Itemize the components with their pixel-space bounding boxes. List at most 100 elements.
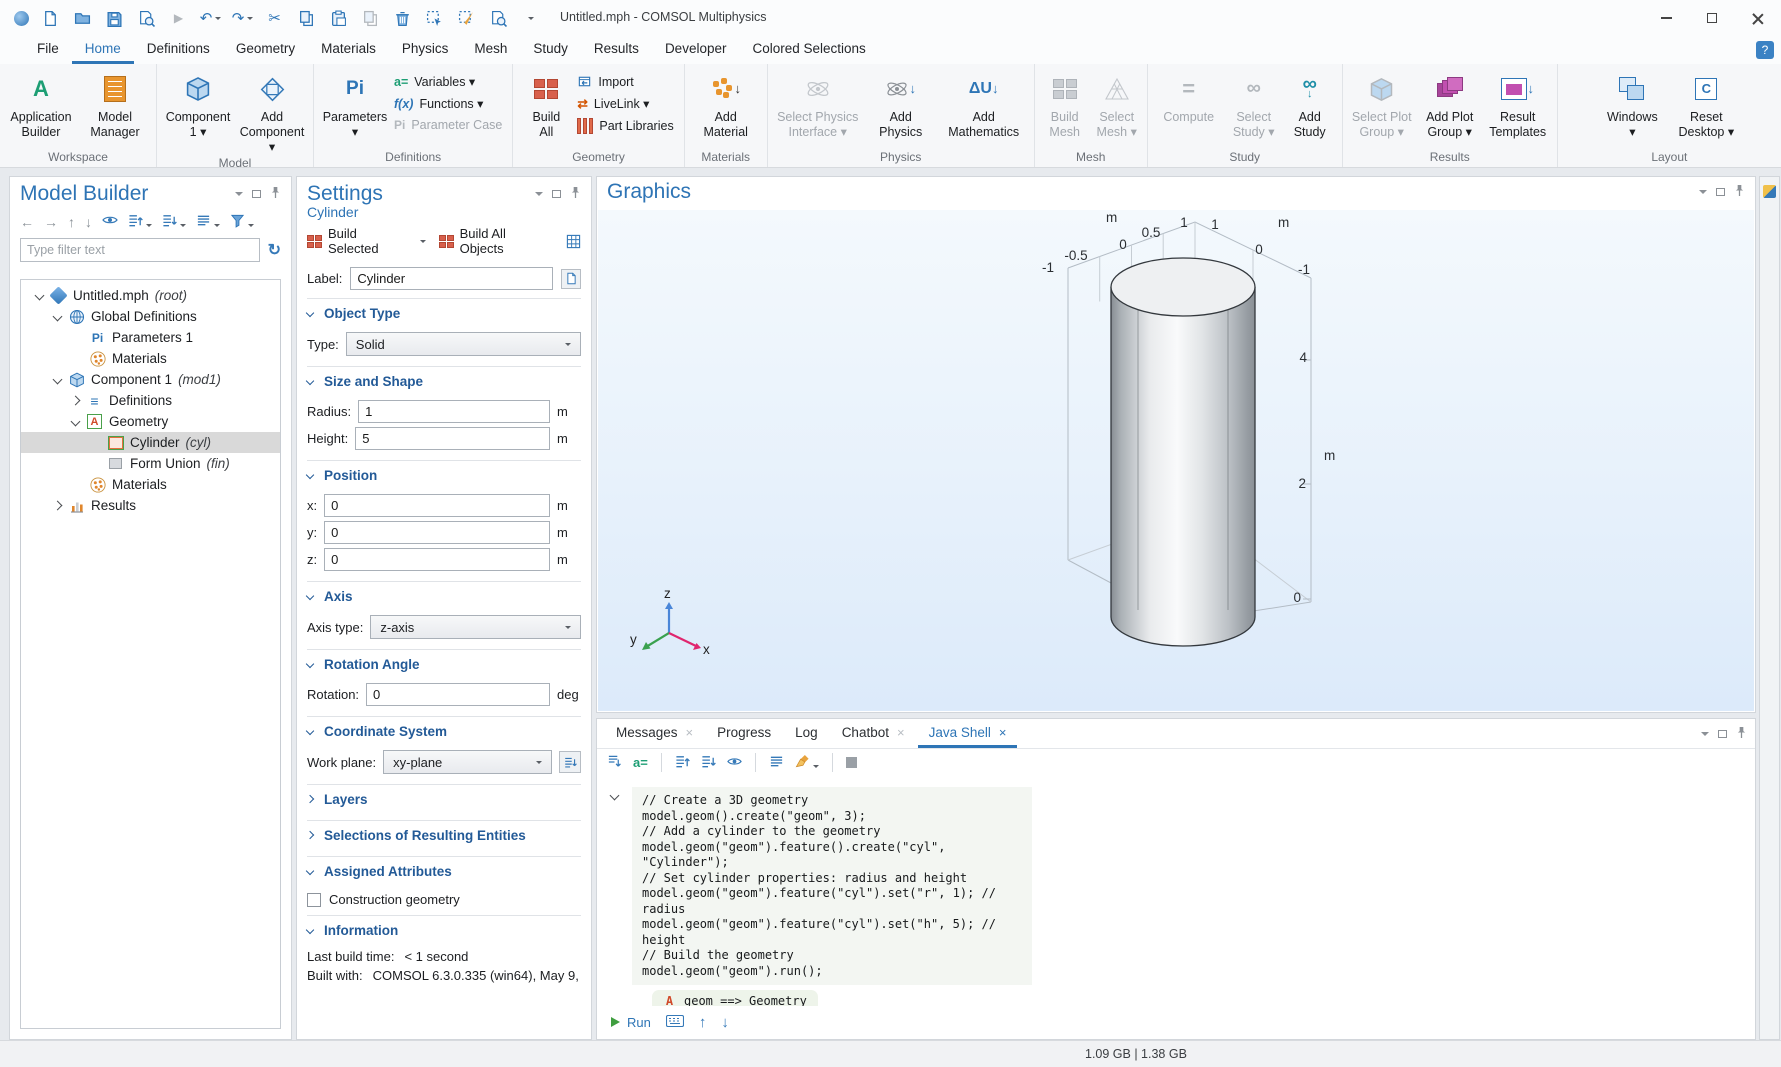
maximize-button[interactable]: [1689, 0, 1735, 36]
minimize-button[interactable]: [1643, 0, 1689, 36]
menu-colored-selections[interactable]: Colored Selections: [739, 36, 878, 64]
label-input[interactable]: [350, 267, 553, 290]
tree-item-materials-component[interactable]: Materials: [21, 474, 280, 495]
y-input[interactable]: [324, 521, 550, 544]
refresh-icon[interactable]: ↻: [268, 240, 281, 260]
functions-button[interactable]: f(x)Functions ▾: [394, 96, 502, 111]
paste-icon[interactable]: [329, 9, 348, 28]
build-all-objects-button[interactable]: Build All Objects: [439, 226, 553, 256]
select-box-icon[interactable]: [425, 9, 444, 28]
filter-input[interactable]: [20, 238, 260, 262]
tree-item-materials-global[interactable]: Materials: [21, 348, 280, 369]
add-material-button[interactable]: ↓Add Material: [689, 66, 763, 140]
show-output-icon[interactable]: [727, 754, 742, 772]
livelink-button[interactable]: ⇄LiveLink ▾: [577, 96, 673, 111]
show-hide-icon[interactable]: [102, 212, 118, 231]
close-tab-icon[interactable]: ×: [999, 725, 1007, 740]
menu-study[interactable]: Study: [520, 36, 581, 64]
panel-pin-icon[interactable]: [1734, 184, 1745, 200]
create-selection-icon[interactable]: [561, 269, 581, 289]
docked-window-icon[interactable]: [1763, 185, 1776, 198]
section-header-rotation[interactable]: Rotation Angle: [307, 650, 581, 679]
tab-messages[interactable]: Messages×: [605, 719, 704, 748]
menu-materials[interactable]: Materials: [308, 36, 389, 64]
add-mathematics-button[interactable]: ΔU↓Add Mathematics: [938, 66, 1030, 140]
section-header-axis[interactable]: Axis: [307, 582, 581, 611]
component-1-button[interactable]: Component 1 ▾: [161, 66, 235, 140]
panel-float-icon[interactable]: [1718, 730, 1727, 738]
build-selected-button[interactable]: Build Selected: [307, 226, 426, 256]
scroll-up-icon[interactable]: [675, 754, 690, 772]
qat-customize-icon[interactable]: [521, 9, 540, 28]
menu-home[interactable]: Home: [72, 36, 134, 64]
panel-pin-icon[interactable]: [270, 186, 281, 202]
tree-item-definitions[interactable]: ≡Definitions: [21, 390, 280, 411]
tab-chatbot[interactable]: Chatbot×: [831, 719, 916, 748]
cut-icon[interactable]: ✂: [265, 9, 284, 28]
autocomplete-icon[interactable]: a=: [633, 755, 648, 770]
menu-mesh[interactable]: Mesh: [461, 36, 520, 64]
section-header-selections[interactable]: Selections of Resulting Entities: [307, 821, 581, 850]
section-header-size-shape[interactable]: Size and Shape: [307, 367, 581, 396]
section-header-layers[interactable]: Layers: [307, 785, 581, 814]
menu-definitions[interactable]: Definitions: [134, 36, 223, 64]
section-header-coordinate-system[interactable]: Coordinate System: [307, 717, 581, 746]
add-physics-button[interactable]: ↓Add Physics: [864, 66, 938, 140]
tab-progress[interactable]: Progress: [706, 719, 782, 748]
save-icon[interactable]: [105, 9, 124, 28]
panel-pin-icon[interactable]: [1736, 726, 1747, 742]
section-header-object-type[interactable]: Object Type: [307, 299, 581, 328]
panel-menu-icon[interactable]: [235, 192, 243, 200]
shell-console-icon[interactable]: [666, 1015, 684, 1030]
open-file-icon[interactable]: [73, 9, 92, 28]
menu-results[interactable]: Results: [581, 36, 652, 64]
z-input[interactable]: [324, 548, 550, 571]
model-tree-nodes-icon[interactable]: [196, 213, 220, 231]
application-builder-button[interactable]: AApplication Builder: [4, 66, 78, 140]
section-header-information[interactable]: Information: [307, 916, 581, 945]
construction-geometry-checkbox[interactable]: [307, 893, 321, 907]
cylinder-solid[interactable]: [1111, 258, 1255, 646]
radius-input[interactable]: [358, 400, 550, 423]
panel-pin-icon[interactable]: [570, 186, 581, 202]
import-button[interactable]: Import: [577, 74, 673, 89]
scroll-down-icon[interactable]: [701, 754, 716, 772]
add-study-button[interactable]: ∞↓Add Study: [1282, 66, 1338, 140]
windows-button[interactable]: Windows ▾: [1595, 66, 1669, 140]
help-icon[interactable]: ?: [1756, 41, 1774, 59]
delete-icon[interactable]: [393, 9, 412, 28]
build-all-button[interactable]: Build All: [517, 66, 575, 140]
part-libraries-button[interactable]: Part Libraries: [577, 118, 673, 134]
tab-java-shell[interactable]: Java Shell×: [918, 719, 1018, 748]
redo-icon[interactable]: ↷: [233, 9, 252, 28]
add-component-button[interactable]: Add Component ▾: [235, 66, 309, 154]
go-to-source-icon[interactable]: [559, 751, 581, 773]
wrap-lines-icon[interactable]: [769, 754, 784, 772]
variables-button[interactable]: a=Variables ▾: [394, 74, 502, 89]
find-icon[interactable]: [489, 9, 508, 28]
close-button[interactable]: [1735, 0, 1781, 36]
type-select[interactable]: Solid: [346, 332, 581, 356]
tab-log[interactable]: Log: [784, 719, 829, 748]
graphics-viewport[interactable]: m -1 -0.5 0 0.5 1 1 0 -1 m 4 2 0 m: [598, 210, 1754, 711]
save-as-icon[interactable]: [137, 9, 156, 28]
build-insert-icon[interactable]: [566, 234, 581, 249]
close-tab-icon[interactable]: ×: [686, 725, 694, 740]
shell-result-geom[interactable]: Ageom ==> Geometry: [652, 990, 818, 1006]
section-header-assigned-attributes[interactable]: Assigned Attributes: [307, 857, 581, 886]
tree-item-cylinder[interactable]: Cylinder(cyl): [21, 432, 280, 453]
tree-item-root[interactable]: Untitled.mph(root): [21, 285, 280, 306]
tree-item-results[interactable]: Results: [21, 495, 280, 516]
fold-chevron-icon[interactable]: [610, 791, 619, 800]
menu-file[interactable]: File: [24, 36, 72, 64]
menu-physics[interactable]: Physics: [389, 36, 462, 64]
close-tab-icon[interactable]: ×: [897, 725, 905, 740]
nav-back-icon[interactable]: ←: [20, 214, 34, 230]
axis-type-select[interactable]: z-axis: [370, 615, 581, 639]
model-manager-button[interactable]: Model Manager: [78, 66, 152, 140]
result-templates-button[interactable]: ↓Result Templates: [1483, 66, 1553, 140]
section-header-position[interactable]: Position: [307, 461, 581, 490]
add-plot-group-button[interactable]: Add Plot Group ▾: [1417, 66, 1483, 140]
panel-menu-icon[interactable]: [1699, 190, 1707, 198]
menu-developer[interactable]: Developer: [652, 36, 740, 64]
